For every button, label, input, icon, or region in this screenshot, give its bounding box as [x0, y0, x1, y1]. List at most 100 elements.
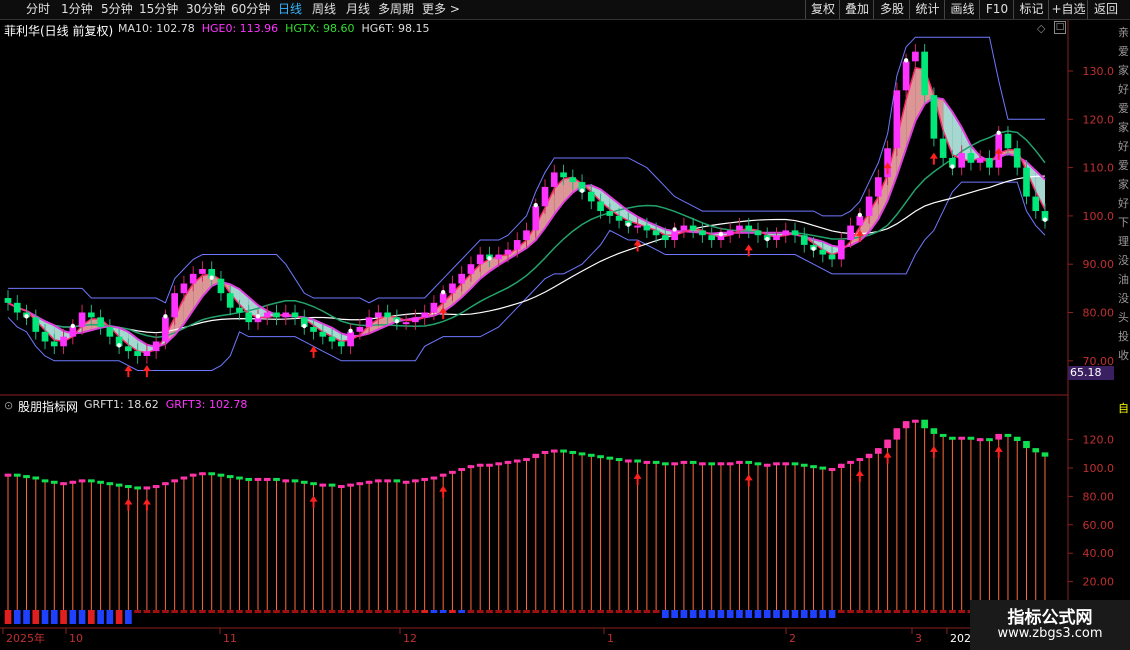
sub-y-tick-label: 120.0 — [1083, 434, 1115, 447]
candle-body — [495, 254, 503, 260]
watermark-line1: 指标公式网 — [1007, 608, 1093, 628]
sub-y-tick-label: 40.00 — [1083, 547, 1115, 560]
sub-base-bar — [143, 610, 151, 613]
sub-block — [800, 463, 808, 467]
candle-body — [902, 61, 910, 91]
sub-buy-arrow — [883, 451, 892, 464]
sub-block — [763, 463, 771, 467]
sub-block — [976, 438, 984, 442]
candle-body — [162, 317, 169, 342]
window-toggle-icon[interactable]: □ — [1054, 21, 1066, 34]
candle-body — [467, 264, 475, 274]
side-char: 家 — [1118, 121, 1129, 134]
collapse-icon[interactable]: ⊙ — [4, 399, 13, 412]
candle-body — [875, 177, 882, 197]
sub-block — [458, 468, 466, 471]
candle-body — [439, 293, 447, 303]
sub-base-bar — [912, 610, 919, 613]
sub-base-bar — [560, 610, 567, 613]
sub-block — [208, 472, 216, 476]
candle-body — [569, 177, 577, 183]
signal-dot — [24, 314, 29, 319]
sub-block — [402, 480, 410, 484]
signal-dot — [1042, 217, 1048, 222]
sub-block — [347, 483, 354, 487]
side-char: 头 — [1118, 311, 1129, 324]
sub-base-bar — [486, 610, 493, 613]
sub-base-bar — [32, 610, 40, 624]
candle-body — [865, 196, 873, 216]
sub-block — [625, 459, 632, 463]
sub-block — [87, 479, 95, 483]
sub-base-bar — [689, 610, 697, 618]
candle-body — [347, 331, 354, 347]
sub-block — [671, 462, 678, 466]
candle-body — [504, 249, 512, 255]
sub-block — [23, 475, 30, 479]
candle-body — [384, 312, 391, 318]
indicator-3: HG6T: 98.15 — [361, 22, 430, 35]
sub-block — [476, 463, 484, 467]
sub-base-bar — [97, 610, 104, 624]
y-tick-label: 130.0 — [1083, 65, 1115, 78]
x-tick-label: 12 — [403, 632, 417, 645]
sub-base-bar — [726, 610, 734, 618]
signal-dot — [348, 328, 353, 334]
sub-base-bar — [60, 610, 67, 624]
sub-buy-arrow — [994, 445, 1003, 458]
sub-base-bar — [921, 610, 928, 613]
sub-block — [652, 460, 660, 464]
sub-block — [412, 479, 419, 483]
sub-block — [504, 460, 512, 464]
signal-dot — [626, 222, 631, 227]
sub-block — [541, 450, 549, 454]
sub-block — [773, 462, 780, 466]
sub-base-bar — [875, 610, 882, 613]
sub-block — [708, 462, 716, 466]
sub-block — [643, 460, 651, 464]
sub-block — [375, 479, 382, 483]
sub-base-bar — [467, 610, 475, 613]
candle-body — [837, 240, 845, 260]
sub-right-tag: 自 — [1118, 402, 1129, 415]
sub-block — [171, 479, 178, 483]
last-price-tag: 65.18 — [1068, 366, 1114, 380]
candle-body — [643, 225, 651, 231]
sub-base-bar — [587, 610, 595, 613]
candle-body — [541, 186, 549, 207]
sub-base-bar — [745, 610, 753, 618]
sub-base-bar — [541, 610, 549, 613]
sub-block — [319, 483, 327, 487]
sub-block — [717, 462, 725, 466]
sub-block — [699, 462, 706, 466]
candle-body — [152, 341, 160, 352]
side-char: 家 — [1118, 178, 1129, 191]
y-tick-label: 110.0 — [1083, 162, 1115, 175]
indicator-2: HGTX: 98.60 — [285, 22, 355, 35]
sub-block — [13, 473, 21, 477]
diamond-icon[interactable]: ◇ — [1037, 22, 1045, 35]
sub-block — [50, 480, 58, 484]
candle-body — [78, 312, 86, 327]
sub-block — [819, 466, 827, 470]
sub-base-bar — [347, 610, 354, 613]
candle-body — [847, 225, 854, 241]
axes: 130.0120.0110.0100.090.0080.0070.00120.0… — [2, 65, 1115, 645]
sub-base-bar — [273, 610, 280, 613]
candle-body — [375, 312, 382, 318]
sub-base-bar — [125, 610, 132, 624]
sub-buy-arrow — [439, 485, 448, 498]
sub-base-bar — [819, 610, 827, 618]
candle-body — [87, 312, 95, 318]
sub-base-bar — [23, 610, 30, 624]
candle-body — [97, 317, 104, 327]
sub-block — [143, 486, 151, 490]
candle-body — [217, 278, 225, 294]
x-tick-label: 3 — [915, 632, 922, 645]
sub-base-bar — [736, 610, 743, 618]
candle-body — [800, 235, 808, 245]
candle-body — [1004, 133, 1012, 149]
sub-block — [328, 483, 336, 487]
candle-body — [856, 215, 864, 226]
sub-block — [365, 480, 373, 484]
